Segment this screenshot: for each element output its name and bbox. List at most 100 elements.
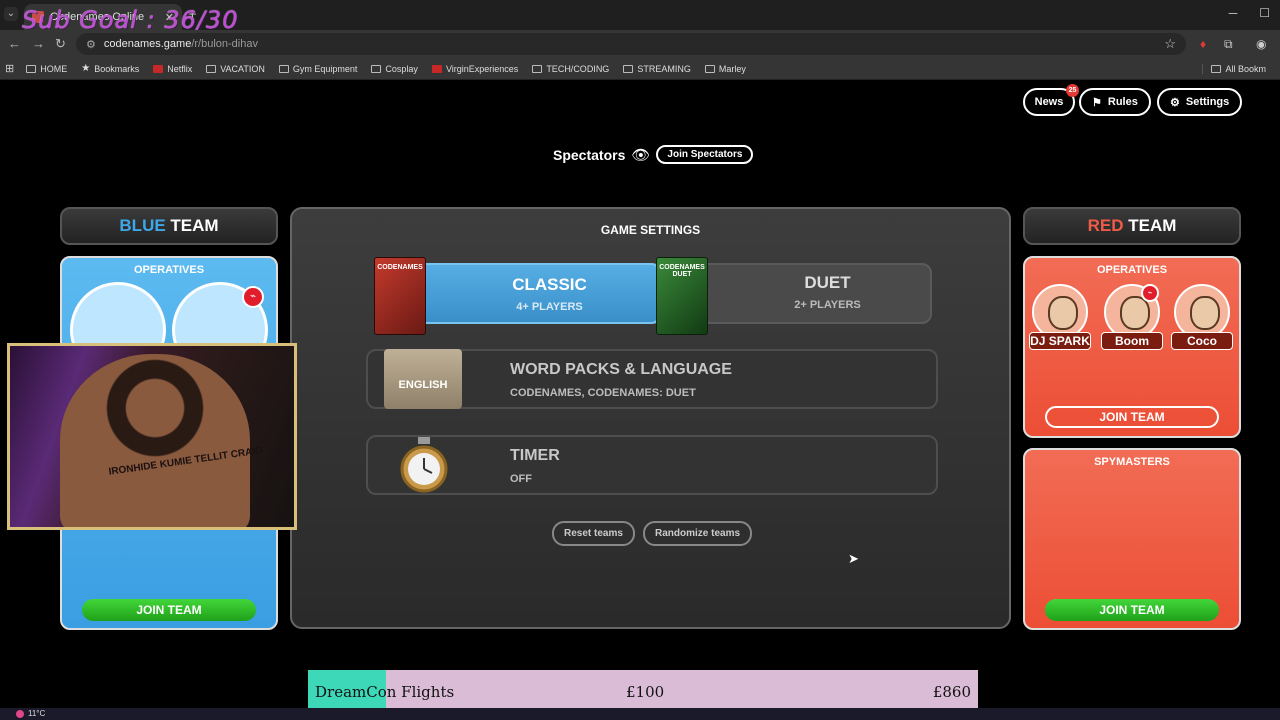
folder-icon [704,64,715,73]
all-bookmarks[interactable]: All Bookm [1202,63,1266,74]
red-player[interactable]: Boom ⌁ [1101,284,1163,356]
red-join-operatives-button[interactable]: JOIN TEAM [1045,406,1219,428]
bookmark-star-icon[interactable]: ☆ [1164,36,1176,52]
star-icon: ★ [81,63,91,74]
bookmark-gym-equipment[interactable]: Gym Equipment [278,63,358,74]
folder-icon [623,64,634,73]
mode-players: 2+ PLAYERS [794,299,861,311]
weather-icon [16,709,24,718]
blue-word: BLUE [119,216,166,235]
gear-icon: ⚙ [1170,96,1180,109]
folder-icon [371,64,382,73]
bookmark-vacation[interactable]: VACATION [206,64,265,74]
bookmark-label: STREAMING [637,63,691,74]
bookmark-icon: ⚑ [1092,96,1102,109]
bookmark-cosplay[interactable]: Cosplay [371,64,418,74]
player-name: Boom [1101,332,1163,350]
red-spymasters-card: SPYMASTERS JOIN TEAM [1023,448,1241,630]
player-name: DJ SPARK [1029,332,1091,350]
red-player[interactable]: DJ SPARK [1029,284,1091,356]
player-name: Coco [1171,332,1233,350]
word-packs-value: CODENAMES, CODENAMES: DUET [510,387,696,399]
timer-setting[interactable]: TIMER OFF [366,435,938,495]
team-word: TEAM [1128,216,1177,235]
bookmark-netflix[interactable]: Netflix [153,64,192,74]
folder-icon [532,64,543,73]
wifi-off-icon: ⌁ [1141,284,1159,302]
spectators-section: Spectators 👁 Join Spectators [553,145,754,164]
taskbar: 11°C [0,708,1280,720]
extensions-puzzle-icon[interactable]: ⧉ [1224,37,1233,52]
flight-goal-label: DreamCon Flights [315,683,455,701]
bookmark-label: Bookmarks [94,63,140,74]
weather-widget[interactable]: 11°C [16,709,45,718]
bookmark-label: All Bookm [1225,63,1266,74]
window-controls: ─ ☐ [1229,6,1270,20]
wifi-off-icon: ⌁ [242,286,264,308]
codenames-box-art: CODENAMES [374,257,426,335]
red-team-title: RED TEAM [1023,207,1241,245]
bookmark-home[interactable]: HOME [26,64,67,74]
randomize-teams-button[interactable]: Randomize teams [643,521,753,546]
back-icon[interactable]: ← [8,36,21,51]
settings-button[interactable]: ⚙ Settings [1157,88,1243,116]
word-packs-title: WORD PACKS & LANGUAGE [510,361,732,378]
english-box-label: ENGLISH [398,379,448,391]
url-field[interactable]: ⚙ codenames.game/r/bulon-dihav ☆ [76,33,1186,55]
folder-icon [278,64,289,73]
join-spectators-button[interactable]: Join Spectators [656,145,754,164]
news-label: News [1034,96,1064,108]
bookmark-virgin-experiences[interactable]: VirginExperiences [431,63,519,74]
reload-icon[interactable]: ↻ [55,36,66,52]
temperature: 11°C [28,709,46,718]
streamer-figure [60,354,250,527]
rules-label: Rules [1107,96,1138,108]
operatives-label: OPERATIVES [1096,264,1168,276]
team-word: TEAM [170,216,219,235]
bookmark-streaming[interactable]: STREAMING [623,64,691,74]
rules-button[interactable]: ⚑ Rules [1079,88,1151,116]
mode-name: DUET [804,273,851,292]
codenames-duet-box-art: CODENAMES DUET [656,257,708,335]
folder-icon [26,64,37,73]
bookmark-label: VirginExperiences [445,63,519,74]
maximize-icon[interactable]: ☐ [1259,6,1270,20]
spymasters-label: SPYMASTERS [1094,456,1170,468]
settings-label: Settings [1185,96,1230,108]
extension-icon[interactable]: ♦ [1200,37,1206,51]
stopwatch-icon [400,437,448,493]
apps-grid-icon[interactable]: ⊞ [5,62,14,75]
timer-title: TIMER [510,447,560,464]
timer-value: OFF [510,473,532,485]
reset-teams-button[interactable]: Reset teams [552,521,635,546]
box-art-word: CODENAMES DUET [659,264,705,278]
bookmark-bookmarks[interactable]: ★ Bookmarks [81,63,139,74]
bookmark-label: VACATION [220,63,265,74]
blue-join-team-button[interactable]: JOIN TEAM [82,599,256,621]
word-packs-setting[interactable]: ENGLISH WORD PACKS & LANGUAGE CODENAMES,… [366,349,938,409]
flight-goal-raised: £100 [626,683,665,701]
eye-icon: 👁 [631,146,651,164]
forward-icon[interactable]: → [32,36,45,51]
news-button[interactable]: News 25 [1023,84,1079,116]
profile-icon[interactable]: ◉ [1256,37,1266,51]
game-settings-title: GAME SETTINGS [600,223,701,237]
box-art-word: CODENAMES [377,264,423,271]
screen: ⌄ Codenames Online ✕ + ─ ☐ Sub Goal : 36… [0,0,1280,720]
bookmark-tech-coding[interactable]: TECH/CODING [532,64,609,74]
bookmark-label: Gym Equipment [292,63,358,74]
bookmark-label: Netflix [167,63,193,74]
site-info-icon[interactable]: ⚙ [86,38,96,51]
bookmark-marley[interactable]: Marley [704,64,746,74]
folder-icon [1211,64,1222,73]
bookmark-label: HOME [40,63,68,74]
tab-search-icon[interactable]: ⌄ [4,7,18,21]
red-join-spymasters-button[interactable]: JOIN TEAM [1045,599,1219,621]
bookmark-label: Cosplay [385,63,418,74]
mode-players: 4+ PLAYERS [516,301,583,313]
mouse-cursor-icon: ➤ [848,551,859,566]
red-player[interactable]: Coco [1171,284,1233,356]
blue-team-title: BLUE TEAM [60,207,278,245]
bookmark-label: TECH/CODING [546,63,610,74]
minimize-icon[interactable]: ─ [1229,6,1238,20]
